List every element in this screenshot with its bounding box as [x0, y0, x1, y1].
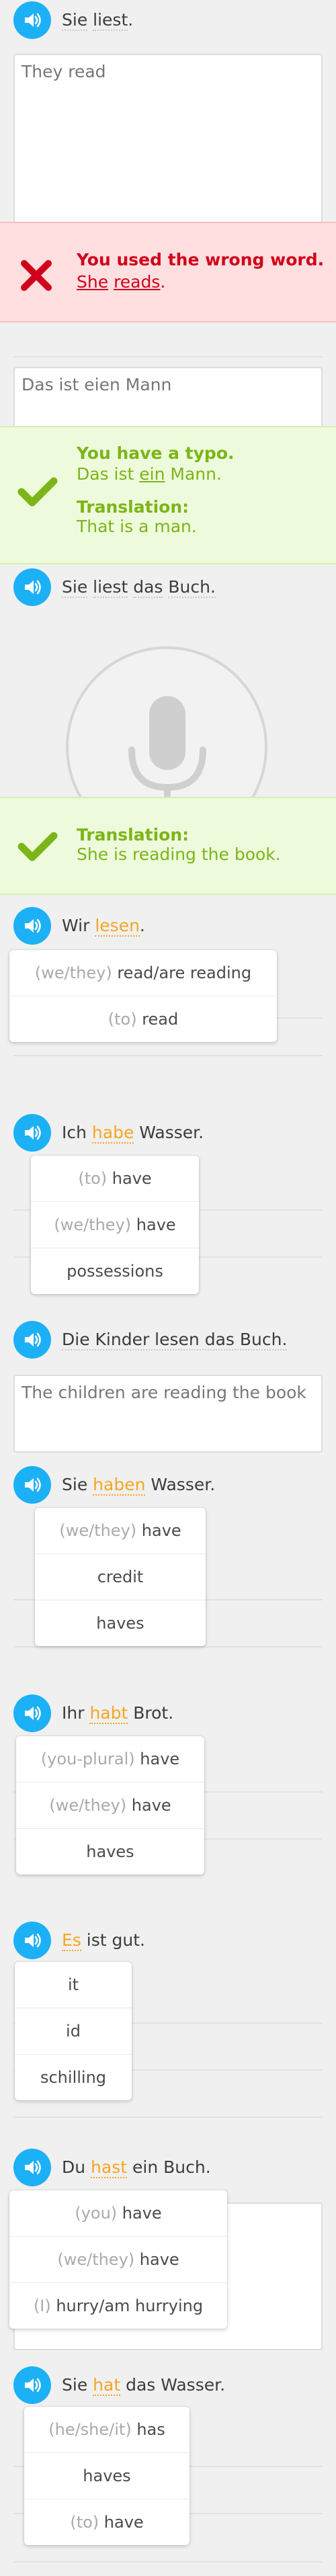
highlighted-word[interactable]: lesen — [95, 916, 140, 937]
hint-option[interactable]: (we/they) have — [9, 2237, 227, 2283]
answer-text: The children are reading the book — [22, 1383, 306, 1402]
speaker-icon — [24, 579, 41, 595]
answer-textarea[interactable]: Das ist eien Mann — [13, 367, 323, 427]
hint-option[interactable]: (we/they) have — [31, 1202, 199, 1248]
prompt-text: Sie haben Wasser. — [62, 1475, 216, 1496]
speaker-button[interactable] — [13, 907, 51, 945]
speaker-button[interactable] — [13, 2366, 51, 2404]
speaker-button[interactable] — [13, 1, 51, 39]
prompt-text: Du hast ein Buch. — [62, 2157, 211, 2178]
highlighted-word[interactable]: haben — [93, 1475, 146, 1496]
hint-option[interactable]: (we/they) have — [35, 1508, 206, 1554]
translation-text: That is a man. — [77, 517, 197, 536]
prompt-word[interactable]: liest — [93, 577, 128, 598]
prompt-text: Es ist gut. — [62, 1930, 145, 1951]
highlighted-word[interactable]: hast — [91, 2157, 128, 2178]
speaker-icon — [24, 12, 41, 28]
highlighted-word[interactable]: Es — [62, 1930, 81, 1951]
hint-option[interactable]: (he/she/it) has — [24, 2407, 190, 2453]
answer-textarea[interactable]: The children are reading the book — [13, 1375, 323, 1453]
hint-option[interactable]: (to) read — [9, 996, 277, 1042]
close-icon — [21, 260, 52, 291]
prompt-word[interactable]: liest — [93, 10, 128, 31]
prompt-word[interactable]: Sie — [62, 577, 88, 598]
banner-title: You used the wrong word. — [77, 250, 325, 269]
hint-popup: (to) have (we/they) have possessions — [31, 1156, 199, 1294]
speaker-icon — [24, 1332, 41, 1348]
answer-text: Das ist eien Mann — [22, 375, 172, 394]
hint-option[interactable]: (to) have — [31, 1156, 199, 1202]
prompt-punct: . — [128, 10, 134, 30]
speaker-button[interactable] — [13, 1114, 51, 1152]
prompt-word[interactable]: das — [133, 577, 163, 598]
prompt-word[interactable]: Buch. — [168, 577, 216, 598]
check-icon — [17, 832, 58, 861]
hint-popup: (he/she/it) has haves (to) have — [24, 2407, 190, 2545]
hint-option[interactable]: schilling — [15, 2055, 132, 2100]
speaker-button[interactable] — [13, 568, 51, 606]
correct-answer-banner: You have a typo. Das ist ein Mann. Trans… — [0, 426, 336, 564]
hint-popup: (we/they) have credit haves — [35, 1508, 206, 1646]
banner-title: You have a typo. — [77, 443, 235, 463]
highlighted-word[interactable]: habt — [89, 1703, 128, 1724]
banner-correction: She reads. — [77, 272, 166, 292]
speaker-icon — [24, 2377, 41, 2393]
prompt-word[interactable]: Sie — [62, 10, 88, 31]
speaker-icon — [24, 2159, 41, 2176]
hint-popup: (you-plural) have (we/they) have haves — [16, 1736, 204, 1875]
speaker-button[interactable] — [13, 1466, 51, 1504]
hint-option[interactable]: (you-plural) have — [16, 1736, 204, 1783]
prompt-text: Wir lesen. — [62, 916, 145, 937]
prompt-text: Sie liest. — [62, 9, 133, 32]
speaker-icon — [24, 1477, 41, 1493]
translation-label: Translation: — [77, 825, 190, 845]
highlighted-word[interactable]: habe — [91, 1123, 134, 1144]
hint-popup: (we/they) read/are reading (to) read — [9, 950, 277, 1042]
divider — [13, 356, 323, 357]
banner-correction: Das ist ein Mann. — [77, 464, 222, 484]
hint-option[interactable]: (you) have — [9, 2190, 227, 2237]
answer-text: They read — [22, 62, 106, 81]
prompt-text: Die Kinder lesen das Buch. — [62, 1330, 288, 1350]
speaker-button[interactable] — [13, 1694, 51, 1732]
hint-popup: (you) have (we/they) have (I) hurry/am h… — [9, 2190, 227, 2329]
correct-answer-banner: Translation: She is reading the book. — [0, 797, 336, 895]
hint-option[interactable]: (to) have — [24, 2499, 190, 2545]
hint-option[interactable]: credit — [35, 1554, 206, 1600]
prompt-text: Ich habe Wasser. — [62, 1123, 204, 1144]
prompt-text: Sie liest das Buch. — [62, 576, 216, 599]
wrong-answer-banner: You used the wrong word. She reads. — [0, 222, 336, 323]
speaker-icon — [24, 1932, 41, 1948]
hint-option[interactable]: (we/they) have — [16, 1783, 204, 1829]
prompt-text: Ihr habt Brot. — [62, 1703, 174, 1724]
hint-option[interactable]: id — [15, 2008, 132, 2055]
speaker-icon — [24, 1125, 41, 1141]
hint-option[interactable]: (I) hurry/am hurrying — [9, 2283, 227, 2329]
hint-option[interactable]: haves — [24, 2453, 190, 2499]
hint-option[interactable]: it — [15, 1962, 132, 2008]
hint-option[interactable]: (we/they) read/are reading — [9, 950, 277, 996]
translation-text: She is reading the book. — [77, 845, 281, 864]
speaker-icon — [24, 1705, 41, 1721]
translation-label: Translation: — [77, 497, 190, 517]
hint-popup: it id schilling — [15, 1962, 132, 2100]
check-icon — [17, 477, 58, 507]
speaker-button[interactable] — [13, 1922, 51, 1959]
speaker-button[interactable] — [13, 2149, 51, 2186]
hint-option[interactable]: haves — [35, 1600, 206, 1646]
speaker-icon — [24, 918, 41, 934]
hint-option[interactable]: haves — [16, 1829, 204, 1875]
prompt-text: Sie hat das Wasser. — [62, 2375, 226, 2396]
speaker-button[interactable] — [13, 1321, 51, 1359]
highlighted-word[interactable]: hat — [93, 2375, 121, 2396]
hint-option[interactable]: possessions — [31, 1248, 199, 1294]
